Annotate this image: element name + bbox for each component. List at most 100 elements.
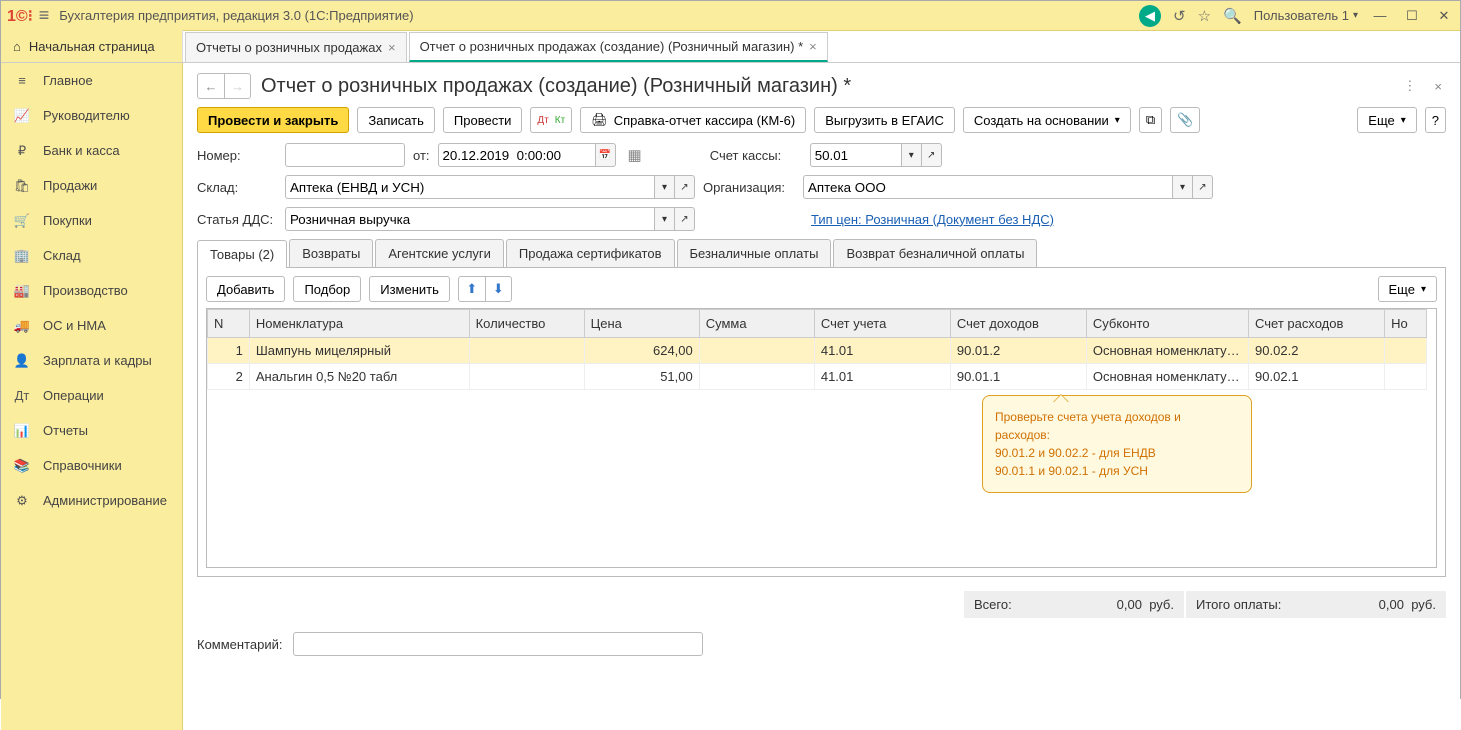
totals: Всего: 0,00 руб. Итого оплаты: 0,00 руб. bbox=[197, 591, 1446, 618]
history-icon[interactable]: ↺ bbox=[1173, 7, 1186, 25]
label-dds: Статья ДДС: bbox=[197, 212, 277, 227]
sidebar-label: Склад bbox=[43, 248, 81, 263]
create-based-button[interactable]: Создать на основании ▾ bbox=[963, 107, 1131, 133]
close-doc-button[interactable]: × bbox=[1430, 79, 1446, 94]
forward-button[interactable]: → bbox=[224, 74, 250, 98]
menu-icon[interactable]: ≡ bbox=[39, 5, 50, 26]
home-icon: ⌂ bbox=[13, 39, 21, 54]
grid-icon[interactable]: ▦ bbox=[628, 146, 642, 164]
sidebar-item[interactable]: 👤Зарплата и кадры bbox=[1, 343, 182, 378]
label-warehouse: Склад: bbox=[197, 180, 277, 195]
post-and-close-button[interactable]: Провести и закрыть bbox=[197, 107, 349, 133]
back-button[interactable]: ← bbox=[198, 74, 224, 98]
user-menu[interactable]: Пользователь 1 ▾ bbox=[1254, 8, 1358, 23]
open-icon[interactable]: ↗ bbox=[1193, 175, 1213, 199]
dtkt-button[interactable]: ДтКт bbox=[530, 107, 572, 133]
price-type-link[interactable]: Тип цен: Розничная (Документ без НДС) bbox=[811, 212, 1054, 227]
dds-input[interactable] bbox=[285, 207, 655, 231]
sidebar-item[interactable]: 🛍Продажи bbox=[1, 168, 182, 203]
sidebar-item[interactable]: 🏭Производство bbox=[1, 273, 182, 308]
tab-reports[interactable]: Отчеты о розничных продажах × bbox=[185, 32, 407, 62]
egais-button[interactable]: Выгрузить в ЕГАИС bbox=[814, 107, 955, 133]
tab-certs[interactable]: Продажа сертификатов bbox=[506, 239, 675, 267]
post-button[interactable]: Провести bbox=[443, 107, 523, 133]
chevron-down-icon[interactable]: ▾ bbox=[655, 207, 675, 231]
sidebar-item[interactable]: ⚙ Администрирование bbox=[1, 483, 182, 518]
close-button[interactable]: ✕ bbox=[1434, 8, 1454, 24]
star-icon[interactable]: ☆ bbox=[1198, 7, 1211, 25]
sidebar-label: Справочники bbox=[43, 458, 122, 473]
sidebar-icon: 🏭 bbox=[13, 283, 31, 299]
sidebar-item[interactable]: 📈Руководителю bbox=[1, 98, 182, 133]
sidebar-icon: ⚙ bbox=[13, 493, 31, 509]
sidebar-item[interactable]: 📊 Отчеты bbox=[1, 413, 182, 448]
maximize-button[interactable]: ☐ bbox=[1402, 8, 1422, 24]
search-icon[interactable]: 🔍 bbox=[1223, 7, 1242, 25]
account-input[interactable] bbox=[810, 143, 902, 167]
sidebar-label: Отчеты bbox=[43, 423, 88, 438]
open-icon[interactable]: ↗ bbox=[922, 143, 942, 167]
sidebar-item[interactable]: 🛒Покупки bbox=[1, 203, 182, 238]
structure-button[interactable]: ⧉ bbox=[1139, 107, 1162, 133]
chevron-down-icon[interactable]: ▾ bbox=[655, 175, 675, 199]
sidebar-item[interactable]: ДтОперации bbox=[1, 378, 182, 413]
edit-button[interactable]: Изменить bbox=[369, 276, 450, 302]
sidebar-icon: 🛒 bbox=[13, 213, 31, 229]
tab-cashless-ret[interactable]: Возврат безналичной оплаты bbox=[833, 239, 1037, 267]
attach-button[interactable]: 📎 bbox=[1170, 107, 1200, 133]
data-table[interactable]: N Номенклатура Количество Цена Сумма Сче… bbox=[206, 308, 1437, 568]
sidebar-item[interactable]: 🚚ОС и НМА bbox=[1, 308, 182, 343]
open-icon[interactable]: ↗ bbox=[675, 207, 695, 231]
title-bar: 1©⁝ ≡ Бухгалтерия предприятия, редакция … bbox=[1, 1, 1460, 31]
sidebar-label: Продажи bbox=[43, 178, 97, 193]
more-icon[interactable]: ⋮ bbox=[1399, 78, 1420, 94]
close-icon[interactable]: × bbox=[388, 40, 396, 55]
warehouse-input[interactable] bbox=[285, 175, 655, 199]
chevron-down-icon[interactable]: ▾ bbox=[1173, 175, 1193, 199]
table-more-button[interactable]: Еще ▾ bbox=[1378, 276, 1437, 302]
tab-current-doc[interactable]: Отчет о розничных продажах (создание) (Р… bbox=[409, 32, 828, 62]
label-account: Счет кассы: bbox=[710, 148, 802, 163]
org-input[interactable] bbox=[803, 175, 1173, 199]
open-icon[interactable]: ↗ bbox=[675, 175, 695, 199]
nav-buttons: ← → bbox=[197, 73, 251, 99]
sidebar-icon: ₽ bbox=[13, 143, 31, 159]
table-row[interactable]: 1Шампунь мицелярный624,0041.0190.01.2Осн… bbox=[208, 338, 1427, 364]
sidebar-item[interactable]: ₽ Банк и касса bbox=[1, 133, 182, 168]
help-button[interactable]: ? bbox=[1425, 107, 1446, 133]
bell-icon[interactable]: ◀ bbox=[1139, 5, 1161, 27]
sidebar-label: Зарплата и кадры bbox=[43, 353, 152, 368]
sidebar-item[interactable]: ≡Главное bbox=[1, 63, 182, 98]
tab-goods[interactable]: Товары (2) bbox=[197, 240, 287, 268]
tab-returns[interactable]: Возвраты bbox=[289, 239, 373, 267]
sidebar-label: Администрирование bbox=[43, 493, 167, 508]
save-button[interactable]: Записать bbox=[357, 107, 435, 133]
minimize-button[interactable]: ― bbox=[1370, 8, 1390, 23]
calendar-icon[interactable]: 📅 bbox=[596, 143, 616, 167]
print-icon: 🖨 bbox=[591, 112, 608, 128]
add-button[interactable]: Добавить bbox=[206, 276, 285, 302]
move-down-button[interactable]: ⬇ bbox=[485, 277, 511, 301]
more-button[interactable]: Еще ▾ bbox=[1357, 107, 1416, 133]
table-row[interactable]: 2Анальгин 0,5 №20 табл51,0041.0190.01.1О… bbox=[208, 364, 1427, 390]
move-up-button[interactable]: ⬆ bbox=[459, 277, 485, 301]
sidebar-icon: 📚 bbox=[13, 458, 31, 474]
inner-tabs: Товары (2) Возвраты Агентские услуги Про… bbox=[197, 239, 1446, 268]
close-icon[interactable]: × bbox=[809, 39, 817, 54]
comment-input[interactable] bbox=[293, 632, 703, 656]
sidebar-label: Банк и касса bbox=[43, 143, 120, 158]
date-input[interactable] bbox=[438, 143, 596, 167]
sidebar-item[interactable]: 📚 Справочники bbox=[1, 448, 182, 483]
tab-cashless[interactable]: Безналичные оплаты bbox=[677, 239, 832, 267]
sidebar-icon: 🏢 bbox=[13, 248, 31, 264]
chevron-down-icon[interactable]: ▾ bbox=[902, 143, 922, 167]
pick-button[interactable]: Подбор bbox=[293, 276, 361, 302]
sidebar-item[interactable]: 🏢 Склад bbox=[1, 238, 182, 273]
km6-button[interactable]: 🖨Справка-отчет кассира (КМ-6) bbox=[580, 107, 806, 133]
sidebar-icon: 📊 bbox=[13, 423, 31, 439]
number-input[interactable] bbox=[285, 143, 405, 167]
sidebar-label: Операции bbox=[43, 388, 104, 403]
home-tab[interactable]: ⌂ Начальная страница bbox=[1, 30, 183, 62]
tab-agent[interactable]: Агентские услуги bbox=[375, 239, 504, 267]
tab-strip: ⌂ Начальная страница Отчеты о розничных … bbox=[1, 31, 1460, 63]
